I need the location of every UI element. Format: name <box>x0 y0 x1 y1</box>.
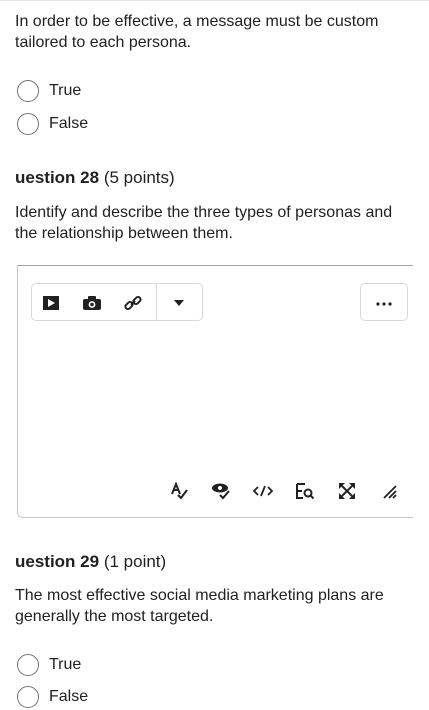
fullscreen-icon[interactable] <box>336 481 358 501</box>
q29-radio-true[interactable] <box>17 654 39 676</box>
q27-option-false-label: False <box>49 115 89 132</box>
accessibility-check-icon[interactable] <box>210 481 232 501</box>
q27-option-true[interactable]: True <box>17 78 81 104</box>
q27-option-true-label: True <box>49 82 82 99</box>
q29-option-false-label: False <box>49 688 89 705</box>
rich-text-editor[interactable] <box>17 265 413 518</box>
question-29-number: uestion 29 <box>15 552 100 571</box>
insert-video-icon[interactable] <box>41 293 61 313</box>
q29-radio-false[interactable] <box>17 686 39 708</box>
question-28-points: (5 points) <box>103 168 175 187</box>
q27-radio-false[interactable] <box>17 113 39 135</box>
dropdown-caret-icon[interactable] <box>169 293 189 313</box>
q29-option-false[interactable]: False <box>17 684 88 710</box>
q29-option-true-label: True <box>49 656 82 673</box>
toolbar-divider <box>156 284 157 320</box>
editor-toolbar <box>31 283 203 321</box>
question-28-heading: uestion 28 (5 points) <box>15 168 175 188</box>
q29-option-true[interactable]: True <box>17 652 81 678</box>
q27-option-false[interactable]: False <box>17 111 88 137</box>
q27-radio-true[interactable] <box>17 80 39 102</box>
question-29-prompt: The most effective social media marketin… <box>15 587 384 625</box>
question-28-prompt: Identify and describe the three types of… <box>15 204 393 242</box>
question-28-number: uestion 28 <box>15 168 100 187</box>
question-29-heading: uestion 29 (1 point) <box>15 552 166 572</box>
resize-handle-icon[interactable] <box>378 481 400 501</box>
insert-link-icon[interactable] <box>123 293 143 313</box>
spellcheck-icon[interactable] <box>168 481 190 501</box>
question-27-prompt: In order to be effective, a message must… <box>15 13 379 51</box>
more-options-button[interactable] <box>360 283 408 321</box>
source-code-icon[interactable] <box>252 481 274 501</box>
top-divider <box>0 0 429 1</box>
find-replace-icon[interactable] <box>294 481 316 501</box>
insert-image-icon[interactable] <box>82 293 102 313</box>
question-29-points: (1 point) <box>103 552 167 571</box>
more-options-icon <box>376 293 392 311</box>
